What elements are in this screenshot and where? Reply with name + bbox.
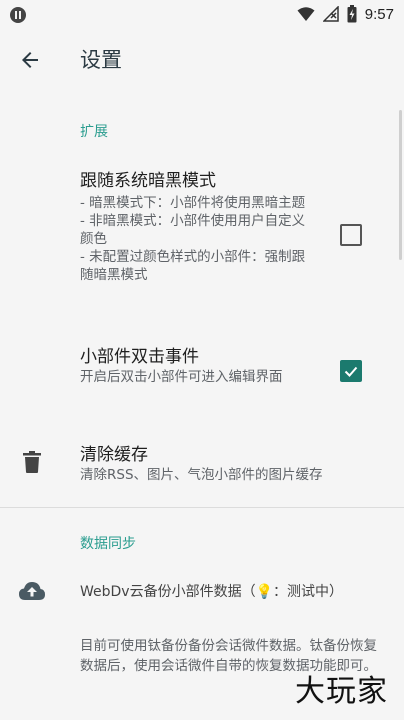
pref-title: 小部件双击事件 <box>80 347 199 367</box>
status-time: 9:57 <box>364 5 394 23</box>
check-icon <box>344 366 358 377</box>
app-indicator-icon <box>10 7 26 23</box>
watermark-text: 大玩家 <box>295 674 388 709</box>
settings-screen: 9:57 设置 扩展 跟随系统暗黑模式 - 暗黑模式下：小部件将使用黑暗主题 -… <box>0 0 404 720</box>
status-bar: 9:57 <box>0 0 404 30</box>
battery-charging-icon <box>347 5 357 23</box>
pref-widget-double-click[interactable]: 小部件双击事件 开启后双击小部件可进入编辑界面 <box>0 342 404 406</box>
pref-title: 跟随系统暗黑模式 <box>80 171 216 191</box>
section-divider <box>0 507 404 508</box>
back-arrow-icon[interactable] <box>18 48 42 72</box>
double-click-checkbox[interactable] <box>340 360 362 382</box>
trash-icon <box>23 451 41 473</box>
section-header-sync: 数据同步 <box>80 536 136 552</box>
webdav-backup-label: WebDv云备份小部件数据（💡：测试中） <box>80 584 344 600</box>
signal-off-icon <box>322 6 339 22</box>
pref-clear-cache[interactable]: 清除缓存 清除RSS、图片、气泡小部件的图片缓存 <box>0 440 404 490</box>
pref-summary: 开启后双击小部件可进入编辑界面 <box>80 369 283 385</box>
wifi-icon <box>297 7 315 21</box>
pref-summary: - 暗黑模式下：小部件将使用黑暗主题 - 非暗黑模式：小部件使用用户自定义颜色 … <box>80 195 306 283</box>
dark-mode-checkbox[interactable] <box>340 224 362 246</box>
pref-title: 清除缓存 <box>80 445 148 465</box>
pref-summary: 清除RSS、图片、气泡小部件的图片缓存 <box>80 467 323 483</box>
scrollbar[interactable] <box>399 110 402 260</box>
section-header-extension: 扩展 <box>80 124 108 140</box>
app-bar: 设置 <box>0 30 404 88</box>
pref-webdav-backup[interactable]: WebDv云备份小部件数据（💡：测试中） <box>0 570 404 610</box>
pref-follow-dark-mode[interactable]: 跟随系统暗黑模式 - 暗黑模式下：小部件将使用黑暗主题 - 非暗黑模式：小部件使… <box>0 166 404 306</box>
status-icons: 9:57 <box>297 5 394 23</box>
page-title: 设置 <box>80 48 122 72</box>
cloud-upload-icon <box>19 582 45 600</box>
